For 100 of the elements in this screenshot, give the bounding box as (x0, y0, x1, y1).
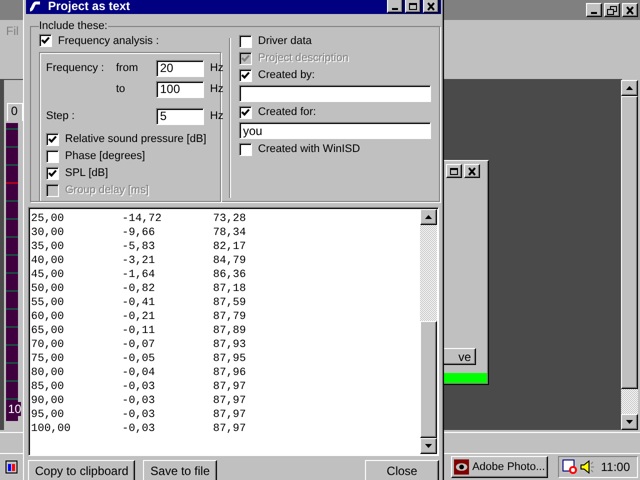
output-text-area[interactable] (28, 207, 439, 456)
output-value: 80,00 (31, 366, 66, 380)
minimize-icon (392, 8, 398, 10)
checkbox[interactable] (239, 142, 252, 156)
close-button[interactable] (464, 164, 480, 178)
checkbox-label: Created with WinISD (258, 143, 360, 155)
window-title: Project as text (48, 0, 130, 13)
restore-icon (607, 6, 617, 14)
input-field[interactable]: 100 (156, 80, 204, 98)
speaker-icon[interactable] (580, 459, 594, 475)
output-value: -0,03 (122, 422, 156, 436)
output-value: 78,34 (213, 226, 248, 240)
output-value: -0,21 (122, 310, 156, 324)
up-arrow-icon (626, 86, 633, 90)
app-icon (28, 0, 42, 12)
checkbox[interactable] (46, 166, 59, 180)
clock: 11:00 (600, 460, 631, 474)
output-value: 40,00 (31, 254, 66, 268)
unit-label: Hz (210, 83, 224, 95)
group-label: Include these: (39, 20, 108, 32)
scroll-up-button[interactable] (621, 80, 638, 96)
output-value: 82,17 (213, 240, 248, 254)
output-value: 85,00 (31, 380, 66, 394)
close-button[interactable] (423, 0, 439, 13)
output-value: 95,00 (31, 408, 66, 422)
output-value: 87,96 (213, 366, 248, 380)
scroll-down-button[interactable] (420, 438, 437, 454)
output-value: 87,97 (213, 408, 248, 422)
maximize-button[interactable] (405, 0, 421, 13)
dialog-button[interactable]: Close (365, 460, 439, 480)
output-value: 25,00 (31, 212, 66, 226)
dialog-button[interactable]: Save to file (143, 460, 217, 480)
minimize-button[interactable] (387, 0, 403, 13)
output-value: 90,00 (31, 394, 66, 408)
down-arrow-icon (626, 420, 633, 424)
field-label: Step : (46, 110, 76, 122)
close-icon (467, 166, 477, 176)
checkbox[interactable] (239, 106, 252, 118)
input-field[interactable]: 5 (156, 108, 204, 124)
output-value: -3,21 (122, 254, 156, 268)
checkbox[interactable] (39, 34, 52, 47)
output-value: -0,41 (122, 296, 156, 310)
checkbox-label: Driver data (258, 35, 312, 47)
output-value: -0,03 (122, 394, 156, 408)
checkbox[interactable] (239, 68, 252, 82)
maximize-icon (449, 166, 459, 176)
output-value: 87,95 (213, 352, 248, 366)
scroll-up-button[interactable] (420, 209, 437, 225)
output-value: 65,00 (31, 324, 66, 338)
output-value: -1,64 (122, 268, 156, 282)
output-value: 87,97 (213, 394, 248, 408)
dialog-button[interactable]: Copy to clipboard (28, 460, 136, 480)
output-value: 84,79 (213, 254, 248, 268)
up-arrow-icon (425, 215, 432, 219)
checkbox-label: Phase [degrees] (65, 150, 146, 162)
output-value: 87,89 (213, 324, 248, 338)
maximize-button[interactable] (446, 164, 462, 178)
input-field[interactable]: 20 (156, 60, 204, 76)
output-value: 86,36 (213, 268, 248, 282)
checkbox[interactable] (46, 150, 59, 162)
eye-icon (454, 459, 470, 475)
output-value: 87,18 (213, 282, 248, 296)
scrollbar-thumb[interactable] (420, 320, 437, 438)
scroll-down-button[interactable] (621, 414, 638, 430)
checkbox[interactable] (239, 34, 252, 48)
output-value: 50,00 (31, 282, 66, 296)
axis-label: 10 (8, 402, 22, 416)
scheduler-icon[interactable] (562, 459, 578, 475)
close-icon (625, 6, 635, 14)
program-icon[interactable] (5, 458, 19, 474)
output-value: 87,59 (213, 296, 248, 310)
output-value: 87,97 (213, 380, 248, 394)
output-value: 87,79 (213, 310, 248, 324)
down-arrow-icon (425, 444, 432, 448)
output-value: -0,05 (122, 352, 156, 366)
checkbox-label: SPL [dB] (65, 167, 108, 179)
output-value: 60,00 (31, 310, 66, 324)
input-field[interactable] (239, 85, 431, 102)
output-value: 55,00 (31, 296, 66, 310)
taskbar-button[interactable]: Adobe Photo... (451, 456, 548, 478)
close-button[interactable] (622, 3, 638, 17)
input-field[interactable]: you (239, 122, 431, 139)
output-value: -5,83 (122, 240, 156, 254)
output-value: 75,00 (31, 352, 66, 366)
field-label: from (116, 62, 139, 74)
output-value: -0,07 (122, 338, 156, 352)
checkbox[interactable] (46, 132, 59, 146)
output-value: -9,66 (122, 226, 156, 240)
minimize-button[interactable] (586, 3, 602, 17)
checkbox-label: Project description (258, 52, 348, 64)
checkbox-label: Frequency analysis : (58, 34, 159, 46)
output-value: -14,72 (122, 212, 163, 226)
restore-button[interactable] (604, 3, 620, 17)
maximize-icon (408, 2, 418, 10)
unit-label: Hz (210, 62, 224, 74)
output-value: 45,00 (31, 268, 66, 282)
checkbox-label: Relative sound pressure [dB] (65, 133, 206, 145)
close-icon (426, 2, 436, 10)
output-value: 70,00 (31, 338, 66, 352)
checkbox-label: Created by: (258, 69, 315, 81)
